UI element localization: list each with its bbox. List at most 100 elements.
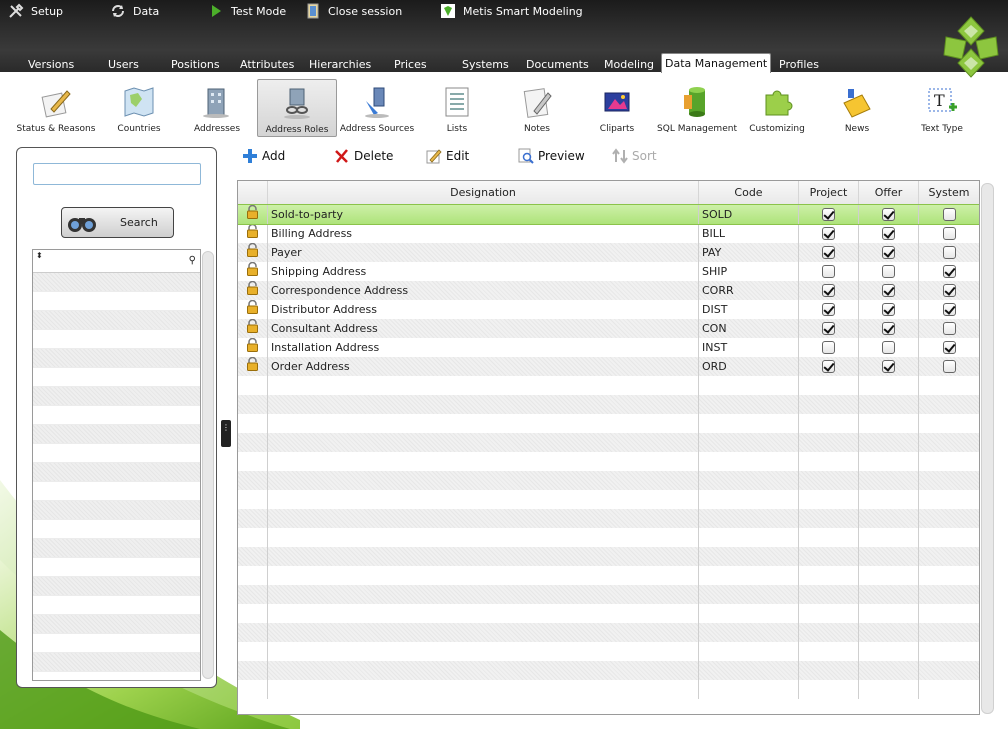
table-row[interactable]	[238, 585, 979, 604]
table-row[interactable]	[238, 471, 979, 490]
table-row[interactable]	[238, 452, 979, 471]
close-session-menu[interactable]: Close session	[305, 3, 402, 19]
table-row[interactable]	[238, 433, 979, 452]
project-checkbox[interactable]	[822, 322, 835, 335]
column-header-system[interactable]: System	[919, 181, 979, 204]
toolbar-sql-management[interactable]: SQL Management	[657, 79, 737, 137]
system-checkbox[interactable]	[942, 208, 956, 221]
toolbar-lists[interactable]: Lists	[417, 79, 497, 137]
project-checkbox[interactable]	[822, 284, 835, 297]
project-checkbox[interactable]	[822, 341, 835, 354]
data-menu[interactable]: Data	[110, 3, 159, 19]
tab-hierarchies[interactable]: Hierarchies	[309, 53, 371, 72]
offer-checkbox[interactable]	[882, 284, 895, 297]
table-row[interactable]	[238, 661, 979, 680]
tab-documents[interactable]: Documents	[526, 53, 589, 72]
toolbar-cliparts[interactable]: Cliparts	[577, 79, 657, 137]
offer-checkbox[interactable]	[882, 227, 895, 240]
offer-checkbox[interactable]	[882, 208, 895, 221]
list-item[interactable]	[33, 349, 200, 368]
list-item[interactable]	[33, 520, 200, 539]
delete-button[interactable]: Delete	[334, 148, 393, 164]
list-item[interactable]	[33, 330, 200, 349]
toolbar-text-type[interactable]: T Text Type	[902, 79, 982, 137]
table-row[interactable]: Order Address ORD	[238, 357, 979, 376]
system-checkbox[interactable]	[942, 341, 956, 354]
toolbar-addresses[interactable]: Addresses	[177, 79, 257, 137]
toolbar-customizing[interactable]: Customizing	[737, 79, 817, 137]
tab-prices[interactable]: Prices	[394, 53, 427, 72]
search-input[interactable]	[33, 163, 201, 185]
list-item[interactable]	[33, 387, 200, 406]
project-checkbox[interactable]	[822, 227, 835, 240]
offer-checkbox[interactable]	[882, 360, 895, 373]
offer-checkbox[interactable]	[882, 341, 895, 354]
table-row[interactable]: Distributor Address DIST	[238, 300, 979, 319]
column-header-project[interactable]: Project	[799, 181, 859, 204]
table-row[interactable]	[238, 395, 979, 414]
list-item[interactable]	[33, 539, 200, 558]
project-checkbox[interactable]	[822, 360, 835, 373]
tab-profiles[interactable]: Profiles	[779, 53, 819, 72]
list-item[interactable]	[33, 311, 200, 330]
offer-checkbox[interactable]	[882, 265, 895, 278]
offer-checkbox[interactable]	[882, 322, 895, 335]
toolbar-news[interactable]: News	[817, 79, 897, 137]
search-results-list[interactable]: ⬍ ⚲	[32, 249, 201, 681]
sort-icon[interactable]: ⬍	[36, 251, 43, 260]
test-mode-menu[interactable]: Test Mode	[208, 3, 286, 19]
project-checkbox[interactable]	[822, 303, 835, 316]
column-header-offer[interactable]: Offer	[859, 181, 919, 204]
table-row[interactable]: Installation Address INST	[238, 338, 979, 357]
tab-attributes[interactable]: Attributes	[240, 53, 294, 72]
system-checkbox[interactable]	[942, 322, 956, 335]
list-item[interactable]	[33, 558, 200, 577]
tab-data-management[interactable]: Data Management	[661, 53, 772, 73]
panel-splitter-handle[interactable]: ⋮	[221, 420, 231, 447]
table-row[interactable]	[238, 680, 979, 699]
preview-button[interactable]: Preview	[518, 148, 585, 164]
system-checkbox[interactable]	[942, 303, 956, 316]
list-item[interactable]	[33, 634, 200, 653]
tab-modeling[interactable]: Modeling	[604, 53, 654, 72]
search-button[interactable]: Search	[61, 207, 174, 238]
table-row[interactable]: Billing Address BILL	[238, 224, 979, 243]
list-item[interactable]	[33, 292, 200, 311]
system-checkbox[interactable]	[942, 227, 956, 240]
toolbar-address-roles[interactable]: Address Roles	[257, 79, 337, 137]
table-row[interactable]	[238, 490, 979, 509]
tab-versions[interactable]: Versions	[28, 53, 74, 72]
table-row[interactable]	[238, 642, 979, 661]
offer-checkbox[interactable]	[882, 246, 895, 259]
tab-users[interactable]: Users	[108, 53, 139, 72]
system-checkbox[interactable]	[942, 284, 956, 297]
table-row[interactable]: Correspondence Address CORR	[238, 281, 979, 300]
list-item[interactable]	[33, 615, 200, 634]
setup-menu[interactable]: Setup	[8, 3, 63, 19]
table-row[interactable]	[238, 604, 979, 623]
project-checkbox[interactable]	[822, 208, 835, 221]
offer-checkbox[interactable]	[882, 303, 895, 316]
table-row[interactable]: Consultant Address CON	[238, 319, 979, 338]
list-item[interactable]	[33, 653, 200, 672]
table-row[interactable]	[238, 528, 979, 547]
list-item[interactable]	[33, 273, 200, 292]
add-button[interactable]: Add	[242, 148, 285, 164]
column-header-code[interactable]: Code	[699, 181, 799, 204]
toolbar-countries[interactable]: Countries	[99, 79, 179, 137]
table-row[interactable]	[238, 566, 979, 585]
list-item[interactable]	[33, 482, 200, 501]
list-item[interactable]	[33, 577, 200, 596]
system-checkbox[interactable]	[942, 360, 956, 373]
list-item[interactable]	[33, 596, 200, 615]
tab-positions[interactable]: Positions	[171, 53, 220, 72]
table-row[interactable]	[238, 547, 979, 566]
key-icon[interactable]: ⚲	[189, 255, 196, 266]
sort-button[interactable]: Sort	[612, 148, 657, 164]
column-header-designation[interactable]: Designation	[268, 181, 699, 204]
table-row[interactable]: Shipping Address SHIP	[238, 262, 979, 281]
project-checkbox[interactable]	[822, 265, 835, 278]
edit-button[interactable]: Edit	[426, 148, 469, 164]
table-row[interactable]	[238, 509, 979, 528]
list-item[interactable]	[33, 501, 200, 520]
